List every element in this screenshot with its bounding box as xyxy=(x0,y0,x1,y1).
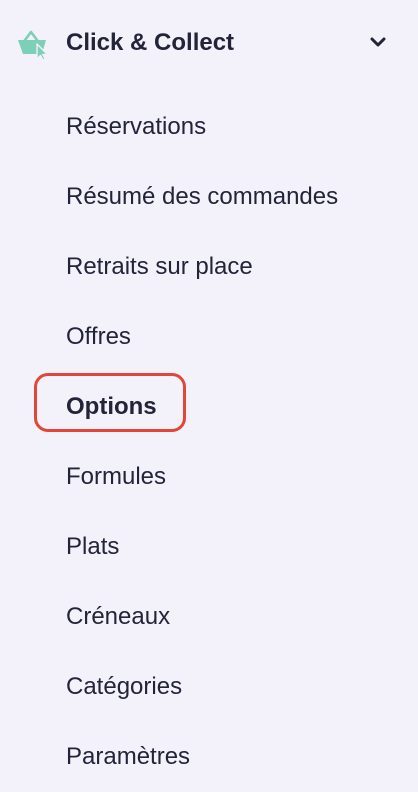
menu-item-label: Formules xyxy=(66,463,167,490)
menu-item-label: Créneaux xyxy=(66,603,171,630)
chevron-down-icon[interactable] xyxy=(368,32,388,52)
menu-item-categories[interactable]: Catégories xyxy=(0,652,418,722)
menu-item-options[interactable]: Options xyxy=(0,372,418,442)
menu-item-label: Offres xyxy=(66,323,131,350)
menu-item-label: Retraits sur place xyxy=(66,253,253,280)
menu-item-reservations[interactable]: Réservations xyxy=(0,92,418,162)
menu-item-offres[interactable]: Offres xyxy=(0,302,418,372)
menu-item-label: Catégories xyxy=(66,673,183,700)
menu-item-label: Paramètres xyxy=(66,743,191,770)
menu-item-label: Réservations xyxy=(66,113,207,140)
menu-item-formules[interactable]: Formules xyxy=(0,442,418,512)
menu-item-resume-commandes[interactable]: Résumé des commandes xyxy=(0,162,418,232)
click-collect-section-header[interactable]: Click & Collect xyxy=(0,0,418,86)
menu-item-plats[interactable]: Plats xyxy=(0,512,418,582)
menu-item-label: Plats xyxy=(66,533,120,560)
menu-item-label: Options xyxy=(66,393,157,420)
menu-item-parametres[interactable]: Paramètres xyxy=(0,722,418,792)
menu-item-creneaux[interactable]: Créneaux xyxy=(0,582,418,652)
menu-item-label: Résumé des commandes xyxy=(66,183,339,210)
basket-cursor-icon xyxy=(16,28,50,61)
menu-item-retraits-sur-place[interactable]: Retraits sur place xyxy=(0,232,418,302)
section-title: Click & Collect xyxy=(66,29,235,56)
click-collect-menu: Réservations Résumé des commandes Retrai… xyxy=(0,92,418,792)
